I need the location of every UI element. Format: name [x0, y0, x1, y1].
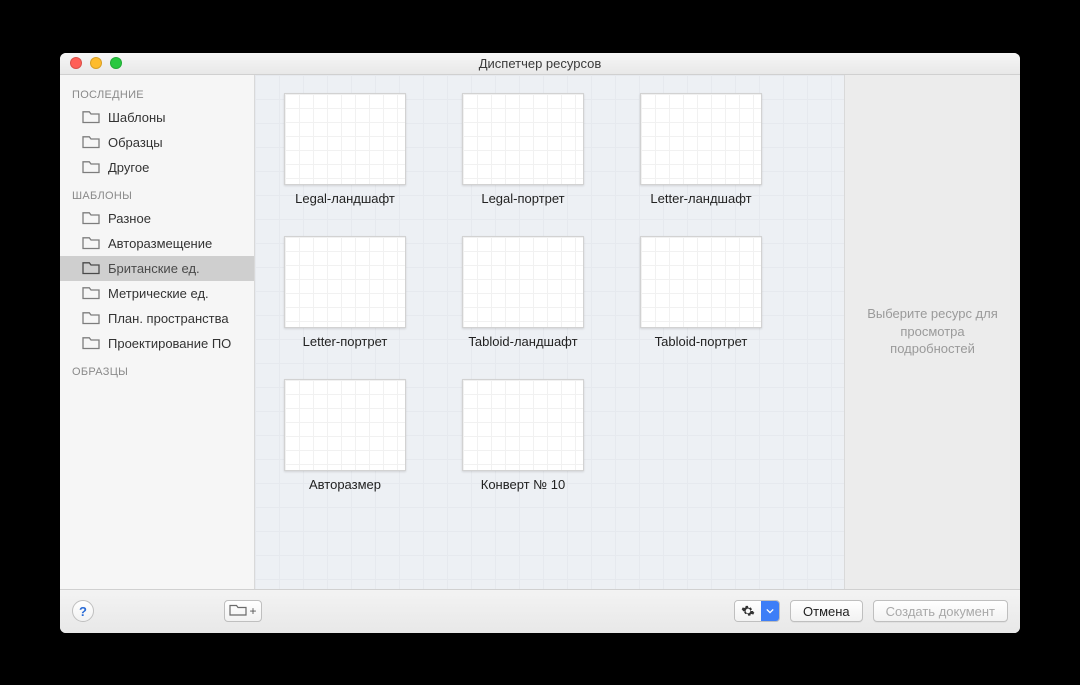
- sidebar-item[interactable]: Британские ед.: [60, 256, 254, 281]
- template-item[interactable]: Tabloid-ландшафт: [443, 236, 603, 349]
- details-pane: Выберите ресурс для просмотра подробност…: [845, 75, 1020, 589]
- template-thumbnail: [640, 93, 762, 185]
- help-icon: ?: [79, 604, 87, 619]
- titlebar[interactable]: Диспетчер ресурсов: [60, 53, 1020, 75]
- sidebar-section-header: ПОСЛЕДНИЕ: [60, 79, 254, 105]
- close-window-button[interactable]: [70, 57, 82, 69]
- template-item[interactable]: Конверт № 10: [443, 379, 603, 492]
- minimize-window-button[interactable]: [90, 57, 102, 69]
- cancel-button-label: Отмена: [803, 604, 850, 619]
- plus-icon: +: [249, 604, 256, 618]
- window-title: Диспетчер ресурсов: [60, 56, 1020, 71]
- sidebar-item[interactable]: Образцы: [60, 130, 254, 155]
- template-item[interactable]: Letter-портрет: [265, 236, 425, 349]
- template-item[interactable]: Авторазмер: [265, 379, 425, 492]
- template-thumbnail: [462, 236, 584, 328]
- traffic-lights: [70, 57, 122, 69]
- create-document-button-label: Создать документ: [886, 604, 995, 619]
- sidebar-item-label: Шаблоны: [108, 108, 166, 127]
- sidebar-item[interactable]: Метрические ед.: [60, 281, 254, 306]
- template-label: Авторазмер: [309, 477, 381, 492]
- folder-icon: [82, 160, 100, 174]
- template-label: Tabloid-ландшафт: [468, 334, 577, 349]
- sidebar-item-label: План. пространства: [108, 309, 229, 328]
- sidebar-item[interactable]: Авторазмещение: [60, 231, 254, 256]
- template-item[interactable]: Legal-портрет: [443, 93, 603, 206]
- details-placeholder: Выберите ресурс для просмотра подробност…: [861, 305, 1004, 358]
- folder-icon: [82, 311, 100, 325]
- template-thumbnail: [284, 93, 406, 185]
- folder-icon: [82, 261, 100, 275]
- sidebar-item[interactable]: Проектирование ПО: [60, 331, 254, 356]
- sidebar-item-label: Образцы: [108, 133, 163, 152]
- sidebar-item[interactable]: Другое: [60, 155, 254, 180]
- sidebar-item-label: Авторазмещение: [108, 234, 212, 253]
- sidebar-item[interactable]: План. пространства: [60, 306, 254, 331]
- window-body: ПОСЛЕДНИЕ Шаблоны Образцы Другое ШАБЛОНЫ Разн…: [60, 75, 1020, 589]
- template-label: Letter-портрет: [303, 334, 388, 349]
- sidebar-item-label: Британские ед.: [108, 259, 200, 278]
- folder-icon: [82, 135, 100, 149]
- create-document-button[interactable]: Создать документ: [873, 600, 1008, 622]
- sidebar-section-header: ОБРАЗЦЫ: [60, 356, 254, 382]
- template-label: Конверт № 10: [481, 477, 566, 492]
- folder-icon: [82, 336, 100, 350]
- sidebar-item-label: Метрические ед.: [108, 284, 209, 303]
- folder-icon: [82, 211, 100, 225]
- sidebar-item[interactable]: Разное: [60, 206, 254, 231]
- sidebar-item-label: Проектирование ПО: [108, 334, 231, 353]
- template-grid: Legal-ландшафт Legal-портрет Letter-ландша…: [265, 93, 834, 492]
- template-thumbnail: [284, 236, 406, 328]
- resource-manager-window: Диспетчер ресурсов ПОСЛЕДНИЕ Шаблоны Образ…: [60, 53, 1020, 633]
- template-grid-scroll[interactable]: Legal-ландшафт Legal-портрет Letter-ландша…: [255, 75, 845, 589]
- template-thumbnail: [462, 379, 584, 471]
- sidebar-item[interactable]: Шаблоны: [60, 105, 254, 130]
- footer: ? + Отмена Создать документ: [60, 589, 1020, 633]
- template-thumbnail: [640, 236, 762, 328]
- template-label: Letter-ландшафт: [650, 191, 751, 206]
- template-item[interactable]: Tabloid-портрет: [621, 236, 781, 349]
- cancel-button[interactable]: Отмена: [790, 600, 863, 622]
- new-folder-button[interactable]: +: [224, 600, 262, 622]
- actions-menu[interactable]: [734, 600, 780, 622]
- center-area: Legal-ландшафт Legal-портрет Letter-ландша…: [255, 75, 1020, 589]
- folder-icon: [229, 604, 247, 619]
- sidebar-item-label: Разное: [108, 209, 151, 228]
- sidebar[interactable]: ПОСЛЕДНИЕ Шаблоны Образцы Другое ШАБЛОНЫ Разн…: [60, 75, 255, 589]
- gear-icon: [735, 601, 761, 621]
- template-item[interactable]: Legal-ландшафт: [265, 93, 425, 206]
- template-label: Tabloid-портрет: [655, 334, 748, 349]
- template-label: Legal-ландшафт: [295, 191, 395, 206]
- folder-icon: [82, 286, 100, 300]
- template-label: Legal-портрет: [481, 191, 564, 206]
- folder-icon: [82, 110, 100, 124]
- folder-icon: [82, 236, 100, 250]
- sidebar-item-label: Другое: [108, 158, 149, 177]
- chevron-down-icon: [761, 601, 779, 621]
- template-item[interactable]: Letter-ландшафт: [621, 93, 781, 206]
- template-thumbnail: [284, 379, 406, 471]
- sidebar-section-header: ШАБЛОНЫ: [60, 180, 254, 206]
- zoom-window-button[interactable]: [110, 57, 122, 69]
- help-button[interactable]: ?: [72, 600, 94, 622]
- template-thumbnail: [462, 93, 584, 185]
